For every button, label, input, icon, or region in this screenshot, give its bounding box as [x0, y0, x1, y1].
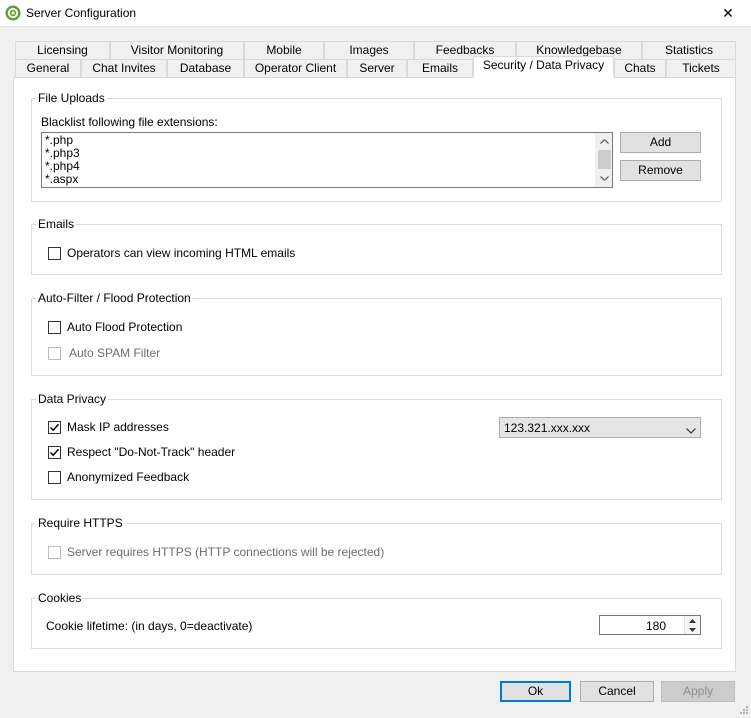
remove-button[interactable]: Remove: [620, 160, 701, 181]
list-scrollbar[interactable]: [595, 133, 612, 187]
list-item[interactable]: *.aspx: [45, 173, 78, 186]
checkbox-box[interactable]: [48, 470, 61, 484]
checkmark-icon: [49, 423, 60, 431]
data-privacy-title: Data Privacy: [36, 392, 109, 406]
chevron-down-icon: [686, 423, 696, 437]
data-privacy-group: Data Privacy Mask IP addresses Respect "…: [31, 392, 722, 500]
cookie-lifetime-label: Cookie lifetime: (in days, 0=deactivate): [46, 619, 253, 633]
cookie-lifetime-value[interactable]: 180: [646, 619, 666, 633]
mask-ip-checkbox[interactable]: Mask IP addresses: [48, 420, 169, 434]
close-button[interactable]: ✕: [705, 0, 751, 27]
ip-mask-format-value: 123.321.xxx.xxx: [504, 421, 591, 435]
tab-chats[interactable]: Chats: [614, 59, 666, 77]
window-title: Server Configuration: [26, 6, 137, 20]
scroll-thumb[interactable]: [598, 150, 611, 169]
tab-security-data-privacy[interactable]: Security / Data Privacy: [473, 56, 614, 78]
add-button[interactable]: Add: [620, 132, 701, 153]
anonymized-feedback-checkbox[interactable]: Anonymized Feedback: [48, 470, 189, 484]
tab-visitor-monitoring[interactable]: Visitor Monitoring: [110, 41, 244, 59]
cookies-title: Cookies: [36, 591, 84, 605]
ip-mask-format-select[interactable]: 123.321.xxx.xxx: [499, 417, 701, 438]
checkbox-box[interactable]: [48, 545, 61, 559]
title-bar: Server Configuration ✕: [0, 0, 751, 27]
file-uploads-title: File Uploads: [36, 91, 107, 105]
emails-title: Emails: [36, 217, 77, 231]
auto-flood-checkbox[interactable]: Auto Flood Protection: [48, 320, 182, 334]
scroll-down-icon[interactable]: [596, 170, 613, 187]
auto-spam-checkbox[interactable]: Auto SPAM Filter: [48, 346, 160, 360]
gear-icon: [5, 5, 21, 21]
tab-mobile[interactable]: Mobile: [244, 41, 324, 59]
tab-operator-client[interactable]: Operator Client: [244, 59, 347, 77]
dnt-label: Respect "Do-Not-Track" header: [67, 445, 236, 459]
stepper-up-icon[interactable]: [685, 616, 700, 625]
file-uploads-group: File Uploads Blacklist following file ex…: [31, 91, 722, 202]
tab-general[interactable]: General: [15, 59, 81, 77]
anonymized-feedback-label: Anonymized Feedback: [67, 470, 190, 484]
view-html-emails-label: Operators can view incoming HTML emails: [67, 246, 296, 260]
cancel-button[interactable]: Cancel: [580, 681, 654, 702]
scroll-up-icon[interactable]: [596, 133, 613, 150]
tab-tickets[interactable]: Tickets: [666, 59, 736, 77]
tab-server[interactable]: Server: [347, 59, 407, 77]
checkbox-box[interactable]: [48, 445, 61, 459]
require-https-group: Require HTTPS Server requires HTTPS (HTT…: [31, 516, 722, 575]
tab-chat-invites[interactable]: Chat Invites: [81, 59, 167, 77]
auto-filter-title: Auto-Filter / Flood Protection: [36, 291, 193, 305]
dnt-checkbox[interactable]: Respect "Do-Not-Track" header: [48, 445, 235, 459]
close-icon: ✕: [722, 5, 734, 21]
auto-spam-label: Auto SPAM Filter: [69, 346, 161, 360]
tab-images[interactable]: Images: [324, 41, 414, 59]
cookie-lifetime-stepper[interactable]: 180: [599, 615, 701, 635]
view-html-emails-checkbox[interactable]: Operators can view incoming HTML emails: [48, 246, 295, 260]
cookies-group: Cookies Cookie lifetime: (in days, 0=dea…: [31, 591, 722, 649]
require-https-title: Require HTTPS: [36, 516, 125, 530]
resize-grip-icon[interactable]: [739, 704, 749, 714]
checkbox-box[interactable]: [48, 420, 61, 434]
auto-filter-group: Auto-Filter / Flood Protection Auto Floo…: [31, 291, 722, 376]
require-https-label: Server requires HTTPS (HTTP connections …: [67, 545, 385, 559]
ok-button[interactable]: Ok: [500, 681, 571, 702]
checkbox-box[interactable]: [48, 246, 61, 260]
tab-licensing[interactable]: Licensing: [15, 41, 110, 59]
tab-page-security: File Uploads Blacklist following file ex…: [13, 77, 736, 672]
tab-statistics[interactable]: Statistics: [642, 41, 736, 59]
stepper-down-icon[interactable]: [685, 625, 700, 634]
checkbox-box[interactable]: [48, 346, 61, 360]
mask-ip-label: Mask IP addresses: [67, 420, 169, 434]
tab-database[interactable]: Database: [167, 59, 244, 77]
extension-list[interactable]: *.php *.php3 *.php4 *.aspx: [41, 132, 613, 188]
require-https-checkbox[interactable]: Server requires HTTPS (HTTP connections …: [48, 545, 384, 559]
checkmark-icon: [49, 448, 60, 456]
stepper-buttons[interactable]: [684, 616, 700, 634]
tab-emails[interactable]: Emails: [407, 59, 473, 77]
checkbox-box[interactable]: [48, 320, 61, 334]
blacklist-label: Blacklist following file extensions:: [41, 115, 218, 129]
apply-button[interactable]: Apply: [661, 681, 735, 702]
auto-flood-label: Auto Flood Protection: [67, 320, 183, 334]
emails-group: Emails Operators can view incoming HTML …: [31, 217, 722, 275]
